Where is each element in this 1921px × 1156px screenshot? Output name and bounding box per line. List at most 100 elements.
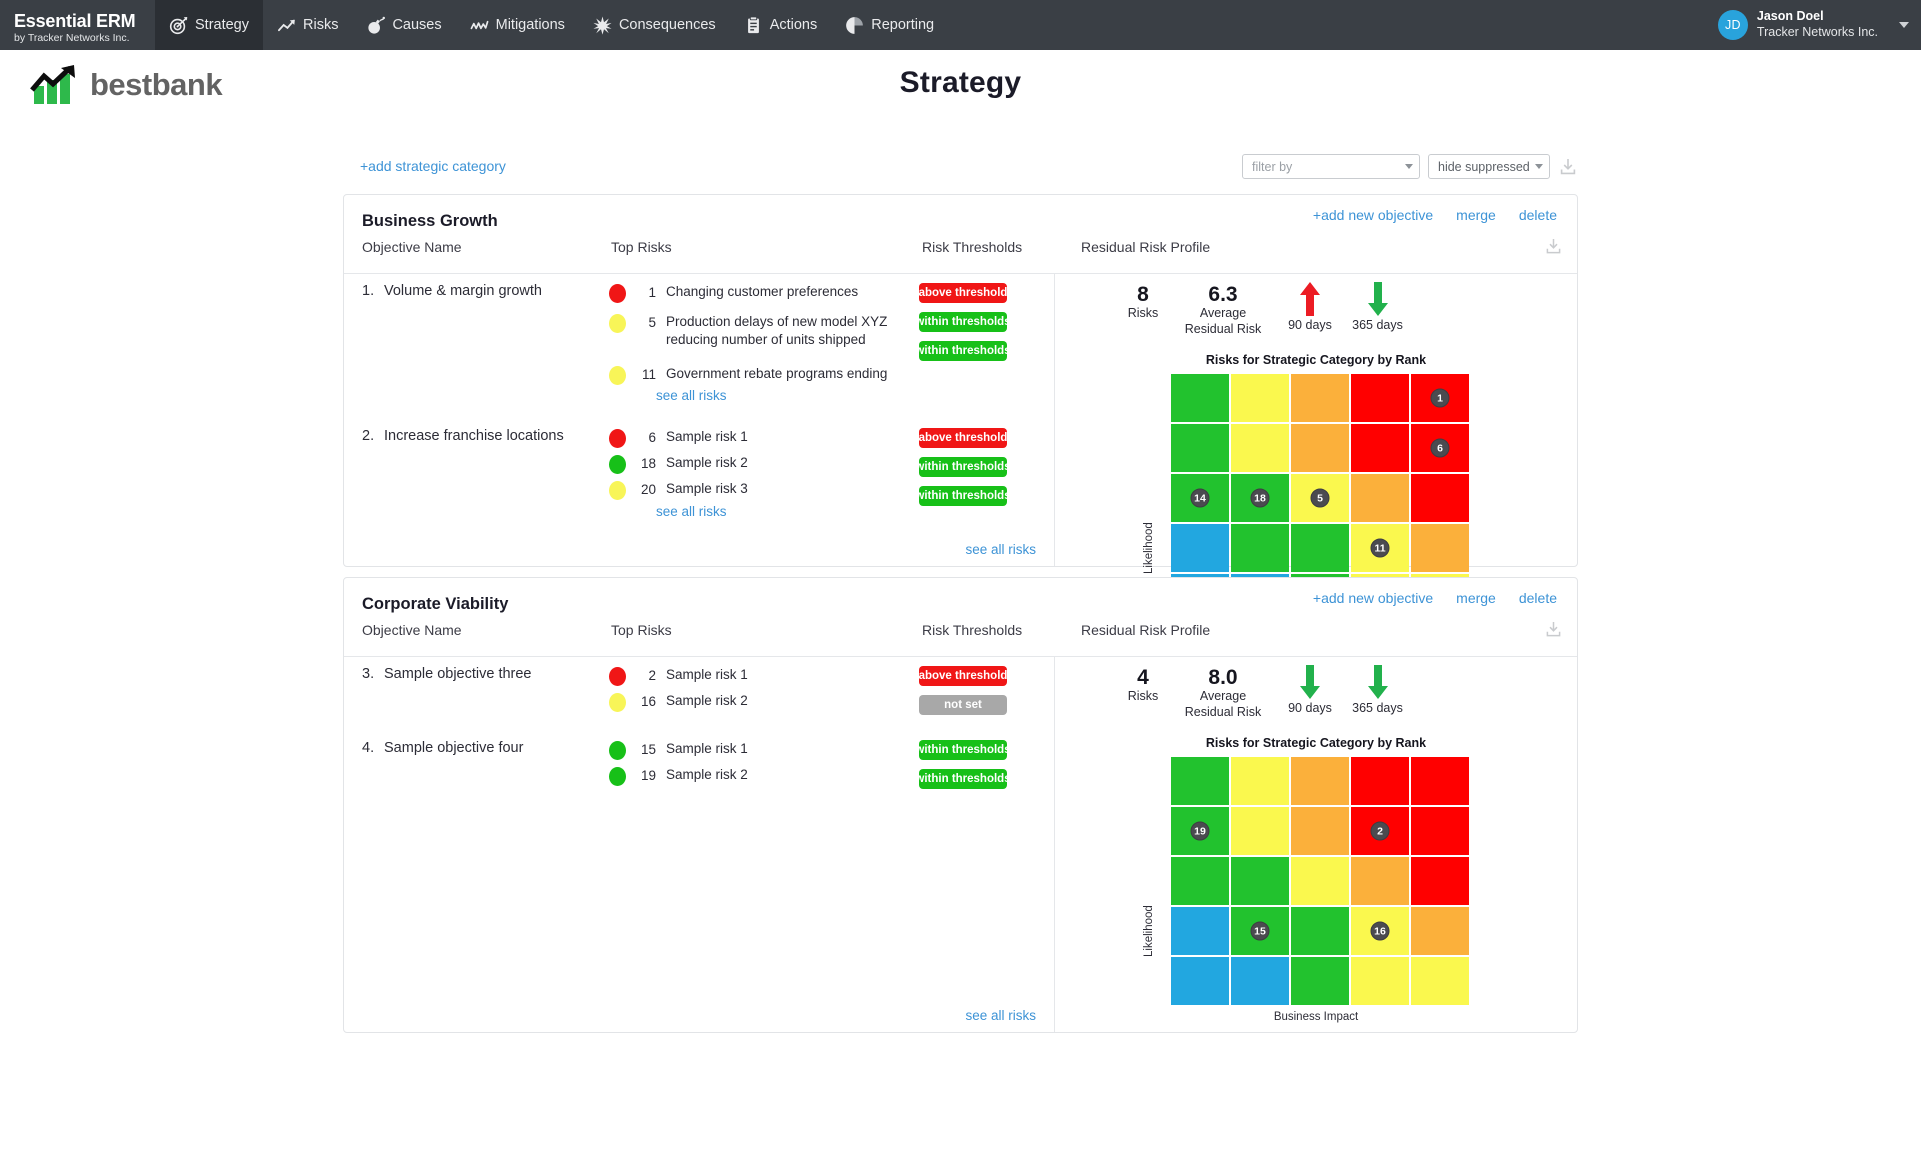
risk-list-item[interactable]: 15Sample risk 1	[609, 740, 909, 760]
risk-severity-dot	[609, 667, 626, 686]
app-brand: Essential ERM by Tracker Networks Inc.	[0, 0, 155, 50]
merge-link[interactable]: merge	[1456, 207, 1496, 223]
see-all-risks-link[interactable]: see all risks	[965, 542, 1036, 557]
nav-item-risks[interactable]: Risks	[263, 0, 352, 50]
trend-365-days: 365 days	[1340, 664, 1415, 715]
risk-severity-dot	[609, 741, 626, 760]
top-navigation-bar: Essential ERM by Tracker Networks Inc. S…	[0, 0, 1921, 50]
nav-item-strategy[interactable]: Strategy	[155, 0, 263, 50]
risk-label: Sample risk 2	[666, 766, 748, 784]
heatmap-cell	[1171, 374, 1229, 422]
brand-header: bestbank Strategy	[0, 50, 1921, 122]
risk-list-item[interactable]: 20Sample risk 3	[609, 480, 909, 500]
heatmap-cell	[1411, 757, 1469, 805]
risk-list-item[interactable]: 1Changing customer preferences	[609, 283, 909, 303]
risk-list-item[interactable]: 11Government rebate programs ending	[609, 365, 909, 385]
risk-profile-stats: 8Risks6.3AverageResidual Risk90 days365 …	[1055, 283, 1577, 345]
heatmap-cell	[1171, 757, 1229, 805]
nav-item-label: Causes	[392, 17, 441, 33]
download-icon[interactable]	[1544, 620, 1563, 639]
heatmap-cell	[1171, 424, 1229, 472]
chevron-down-icon	[1535, 164, 1543, 169]
top-risks-list: 2Sample risk 1 16Sample risk 2	[609, 666, 909, 718]
download-icon[interactable]	[1558, 157, 1578, 177]
heatmap-cell	[1291, 524, 1349, 572]
nav-item-label: Strategy	[195, 17, 249, 33]
clipboard-icon	[744, 16, 763, 35]
heatmap-cell: 19	[1171, 807, 1229, 855]
risk-label: Sample risk 1	[666, 740, 748, 758]
risk-severity-dot	[609, 314, 626, 333]
heatmap-risk-marker[interactable]: 15	[1251, 922, 1270, 941]
filter-by-select[interactable]: filter by	[1242, 154, 1420, 179]
hide-suppressed-select[interactable]: hide suppressed	[1428, 154, 1550, 179]
add-strategic-category-link[interactable]: +add strategic category	[360, 158, 506, 174]
nav-item-causes[interactable]: Causes	[352, 0, 455, 50]
heatmap-cell	[1171, 907, 1229, 955]
delete-link[interactable]: delete	[1519, 590, 1557, 606]
risk-list-item[interactable]: 16Sample risk 2	[609, 692, 909, 712]
heatmap-cell	[1351, 757, 1409, 805]
heatmap-cell	[1351, 424, 1409, 472]
bestbank-logo: bestbank	[28, 64, 222, 106]
trend-90-days: 90 days	[1275, 664, 1345, 715]
heatmap-risk-marker[interactable]: 11	[1371, 539, 1390, 558]
average-residual-risk-label-line2: Residual Risk	[1173, 322, 1273, 338]
see-all-risks-link[interactable]: see all risks	[656, 388, 727, 403]
objectives-area: 1.Volume & margin growth1Changing custom…	[344, 273, 1054, 566]
card-header: Business Growth+add new objectivemergede…	[344, 195, 1577, 245]
chevron-down-icon[interactable]	[1899, 22, 1909, 28]
merge-link[interactable]: merge	[1456, 590, 1496, 606]
heatmap-title: Risks for Strategic Category by Rank	[1055, 353, 1577, 367]
trend-365-days: 365 days	[1340, 281, 1415, 332]
heatmap-risk-marker[interactable]: 19	[1191, 822, 1210, 841]
risk-list-item[interactable]: 19Sample risk 2	[609, 766, 909, 786]
nav-item-mitigations[interactable]: Mitigations	[456, 0, 579, 50]
heatmap-risk-marker[interactable]: 1	[1431, 389, 1450, 408]
heatmap-y-axis-label: Likelihood	[1143, 905, 1155, 957]
average-residual-risk-label-line2: Residual Risk	[1173, 705, 1273, 721]
heatmap-risk-marker[interactable]: 18	[1251, 489, 1270, 508]
objective-name: Increase franchise locations	[384, 428, 599, 444]
heatmap-cell	[1291, 857, 1349, 905]
trend-90-days-label: 90 days	[1275, 318, 1345, 332]
burst-icon	[593, 16, 612, 35]
zigzag-icon	[470, 16, 489, 35]
trendline-icon	[277, 16, 296, 35]
heatmap-cell	[1291, 757, 1349, 805]
hide-suppressed-value: hide suppressed	[1438, 160, 1530, 174]
risk-count-value: 8	[1113, 283, 1173, 306]
app-brand-title: Essential ERM	[14, 12, 155, 31]
heatmap-cell: 16	[1351, 907, 1409, 955]
heatmap-risk-marker[interactable]: 5	[1311, 489, 1330, 508]
heatmap-cell	[1351, 374, 1409, 422]
heatmap-risk-marker[interactable]: 14	[1191, 489, 1210, 508]
nav-item-reporting[interactable]: Reporting	[831, 0, 948, 50]
delete-link[interactable]: delete	[1519, 207, 1557, 223]
download-icon[interactable]	[1544, 237, 1563, 256]
heatmap-x-axis-label: Business Impact	[1055, 1011, 1577, 1023]
growth-chart-icon	[28, 64, 86, 106]
user-menu[interactable]: JD Jason Doel Tracker Networks Inc.	[1718, 0, 1909, 50]
objective-number: 3.	[362, 666, 374, 682]
see-all-risks-link[interactable]: see all risks	[965, 1008, 1036, 1023]
risk-rank: 18	[626, 456, 656, 471]
heatmap-risk-marker[interactable]: 16	[1371, 922, 1390, 941]
add-new-objective-link[interactable]: +add new objective	[1313, 207, 1433, 223]
nav-item-label: Consequences	[619, 17, 716, 33]
heatmap-risk-marker[interactable]: 6	[1431, 439, 1450, 458]
app-brand-subtitle: by Tracker Networks Inc.	[14, 32, 155, 45]
risk-list-item[interactable]: 18Sample risk 2	[609, 454, 909, 474]
nav-item-consequences[interactable]: Consequences	[579, 0, 730, 50]
residual-risk-profile-panel: 8Risks6.3AverageResidual Risk90 days365 …	[1055, 273, 1577, 566]
heatmap-risk-marker[interactable]: 2	[1371, 822, 1390, 841]
filter-by-value: filter by	[1252, 160, 1292, 174]
risk-label: Sample risk 2	[666, 692, 748, 710]
nav-item-actions[interactable]: Actions	[730, 0, 832, 50]
risk-severity-dot	[609, 284, 626, 303]
see-all-risks-link[interactable]: see all risks	[656, 504, 727, 519]
risk-list-item[interactable]: 5Production delays of new model XYZ redu…	[609, 313, 909, 349]
risk-list-item[interactable]: 6Sample risk 1	[609, 428, 909, 448]
risk-list-item[interactable]: 2Sample risk 1	[609, 666, 909, 686]
add-new-objective-link[interactable]: +add new objective	[1313, 590, 1433, 606]
